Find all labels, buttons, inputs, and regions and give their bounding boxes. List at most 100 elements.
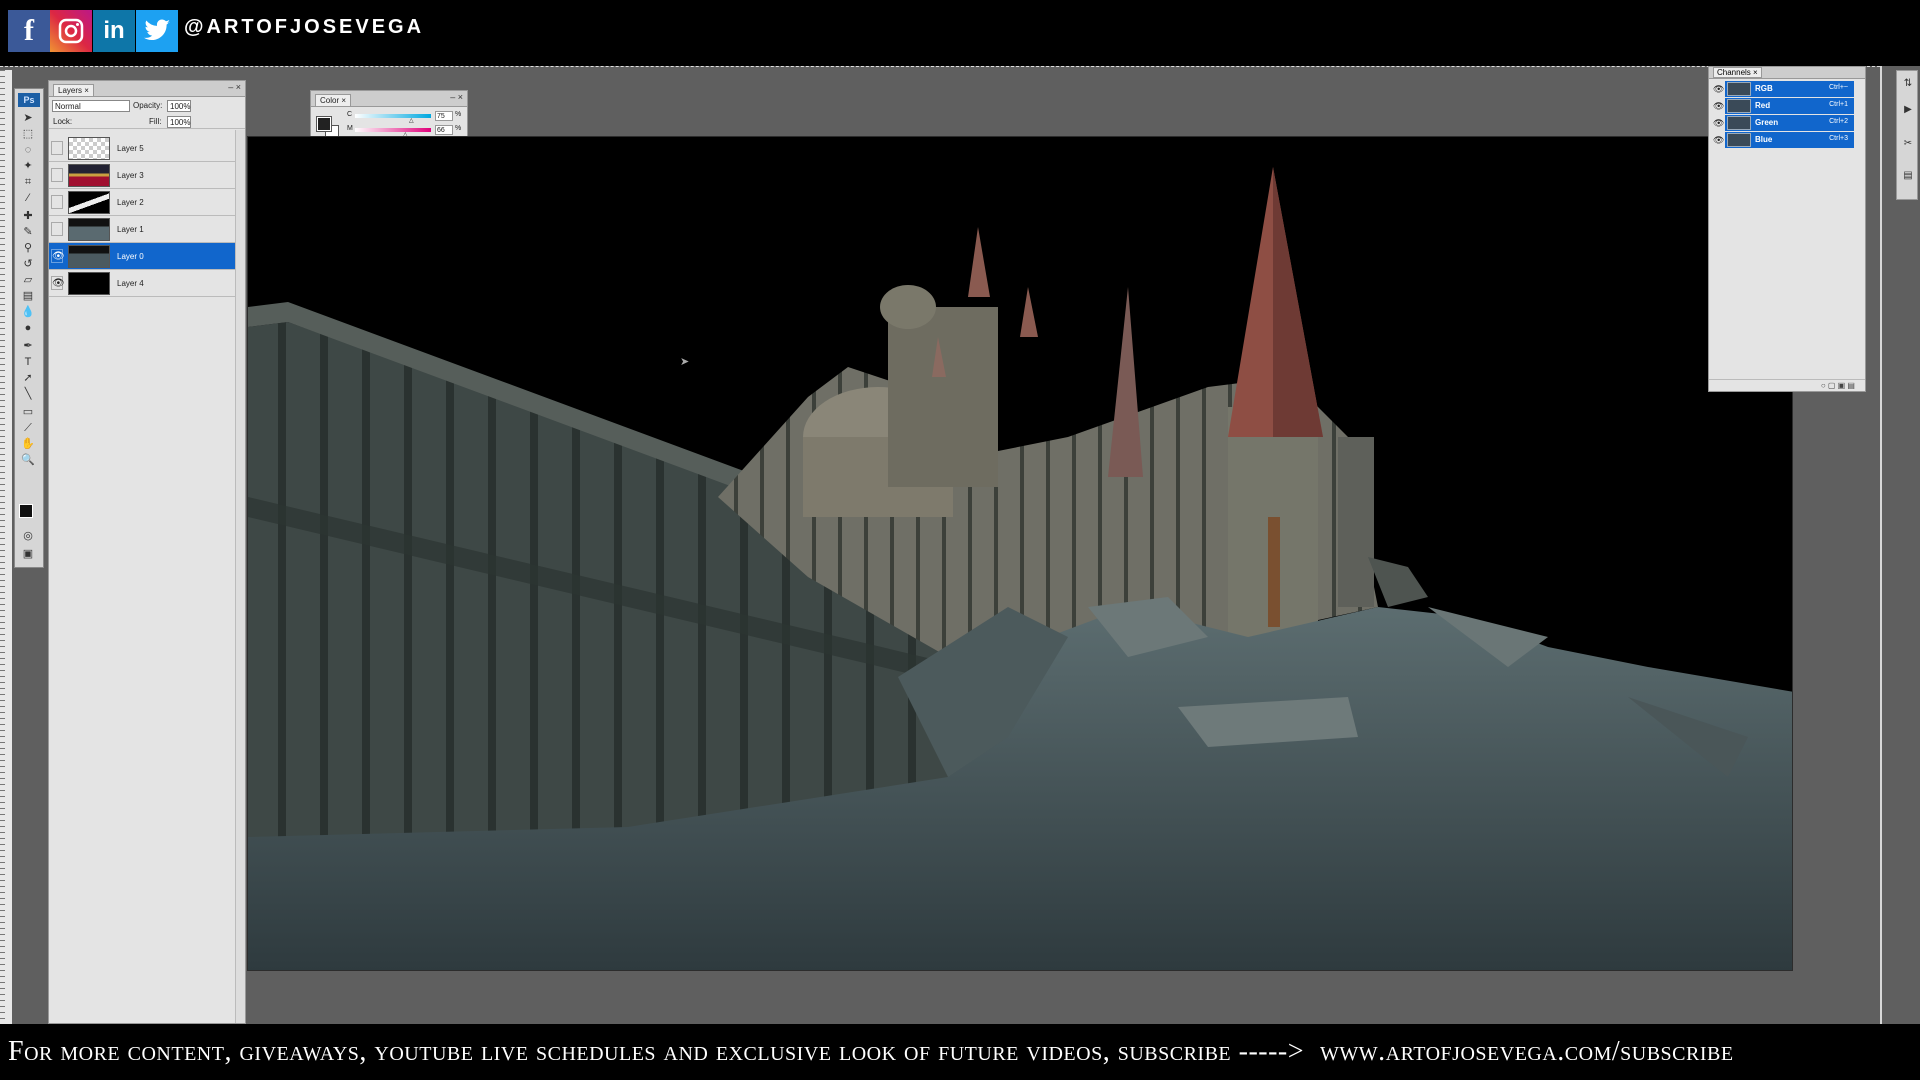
layer-thumbnail — [68, 164, 110, 187]
channel-name: Red — [1755, 101, 1771, 110]
lasso-tool-icon[interactable]: ◌ — [21, 143, 35, 157]
quick-mask-icon[interactable]: ◎ — [21, 529, 35, 543]
path-selection-tool-icon[interactable]: ➚ — [21, 371, 35, 385]
visibility-toggle-icon[interactable] — [51, 168, 63, 182]
social-bar: f in @ARTOFJOSEVEGA — [0, 0, 1920, 66]
layer-thumbnail — [68, 272, 110, 295]
channel-shortcut: Ctrl+3 — [1829, 135, 1848, 142]
screen-mode-icon[interactable]: ▣ — [21, 547, 35, 561]
blend-mode-select[interactable]: Normal — [52, 100, 130, 112]
hand-tool-icon[interactable]: ✋ — [21, 437, 35, 451]
layer-row[interactable]: 👁 Layer 0 — [49, 243, 235, 270]
layer-row[interactable]: 👁 Layer 4 — [49, 270, 235, 297]
lock-label: Lock: — [53, 117, 73, 126]
channel-row[interactable]: 👁 RGB Ctrl+~ — [1709, 81, 1854, 98]
opacity-input[interactable]: 100% — [167, 100, 191, 112]
channel-thumbnail — [1727, 116, 1751, 130]
history-panel-icon[interactable]: ⇅ — [1901, 77, 1915, 91]
layer-thumbnail — [68, 218, 110, 241]
layer-row[interactable]: Layer 3 — [49, 162, 235, 189]
layer-name: Layer 0 — [117, 252, 144, 261]
layer-name: Layer 5 — [117, 144, 144, 153]
facebook-icon[interactable]: f — [8, 10, 50, 52]
layers-scrollbar[interactable] — [235, 130, 245, 1023]
twitter-icon[interactable] — [136, 10, 178, 52]
layer-options: Normal Opacity: 100% Lock: Fill: 100% — [49, 97, 245, 129]
eye-icon[interactable]: 👁 — [51, 249, 65, 263]
cyan-slider[interactable] — [355, 114, 431, 118]
channel-shortcut: Ctrl+2 — [1829, 118, 1848, 125]
channel-row[interactable]: 👁 Green Ctrl+2 — [1709, 115, 1854, 132]
channels-panel-titlebar: Channels × — [1709, 67, 1865, 79]
channel-bar: Green Ctrl+2 — [1725, 115, 1854, 131]
brush-tool-icon[interactable]: ✎ — [21, 225, 35, 239]
facebook-icon-glyph: f — [24, 14, 34, 47]
type-tool-icon[interactable]: T — [21, 355, 35, 369]
channel-name: RGB — [1755, 84, 1773, 93]
tab-color[interactable]: Color × — [315, 94, 352, 107]
tab-layers[interactable]: Layers × — [53, 84, 94, 97]
channel-row[interactable]: 👁 Red Ctrl+1 — [1709, 98, 1854, 115]
info-panel-icon[interactable]: ▤ — [1901, 169, 1915, 183]
healing-brush-tool-icon[interactable]: ✚ — [21, 209, 35, 223]
eye-icon[interactable]: 👁 — [1713, 101, 1724, 112]
visibility-toggle-icon[interactable] — [51, 141, 63, 155]
mouse-cursor-icon: ➤ — [680, 356, 690, 368]
visibility-toggle-icon[interactable] — [51, 195, 63, 209]
crop-tool-icon[interactable]: ⌗ — [21, 175, 35, 189]
dock-icon-strip: ⇅ ▶ ✂ ▤ — [1896, 70, 1918, 200]
linkedin-icon[interactable]: in — [93, 10, 135, 52]
layer-name: Layer 4 — [117, 279, 144, 288]
eraser-tool-icon[interactable]: ▱ — [21, 273, 35, 287]
slider-thumb-icon[interactable]: △ — [409, 117, 414, 124]
banner-text: For more content, giveaways, youtube liv… — [8, 1036, 1305, 1067]
move-tool-icon[interactable]: ➤ — [21, 111, 35, 125]
percent-label: % — [455, 125, 462, 132]
marquee-tool-icon[interactable]: ⬚ — [21, 127, 35, 141]
social-handle: @ARTOFJOSEVEGA — [184, 16, 425, 38]
fill-input[interactable]: 100% — [167, 116, 191, 128]
eyedropper-tool-icon[interactable]: ⁄ — [21, 191, 35, 205]
foreground-color-swatch[interactable] — [316, 116, 332, 132]
gradient-tool-icon[interactable]: ▤ — [21, 289, 35, 303]
tool-presets-icon[interactable]: ✂ — [1901, 137, 1915, 151]
zoom-tool-icon[interactable]: 🔍 — [21, 453, 35, 467]
magenta-slider[interactable] — [355, 128, 431, 132]
document-canvas[interactable]: ➤ — [247, 136, 1793, 971]
magic-wand-tool-icon[interactable]: ✦ — [21, 159, 35, 173]
layer-row[interactable]: Layer 5 — [49, 135, 235, 162]
eye-icon[interactable]: 👁 — [1713, 118, 1724, 129]
notes-tool-icon[interactable]: ▭ — [21, 405, 35, 419]
channel-row[interactable]: 👁 Blue Ctrl+3 — [1709, 132, 1854, 149]
layer-row[interactable]: Layer 2 — [49, 189, 235, 216]
actions-panel-icon[interactable]: ▶ — [1901, 103, 1915, 117]
tab-channels[interactable]: Channels × — [1713, 67, 1762, 78]
history-brush-tool-icon[interactable]: ↺ — [21, 257, 35, 271]
foreground-color-swatch[interactable] — [19, 504, 33, 518]
channel-bar: Red Ctrl+1 — [1725, 98, 1854, 114]
eyedropper2-tool-icon[interactable]: ⟋ — [21, 421, 35, 435]
banner-url-link[interactable]: www.artofjosevega.com/subscribe — [1320, 1036, 1734, 1067]
channel-shortcut: Ctrl+~ — [1828, 84, 1848, 91]
layer-row[interactable]: Layer 1 — [49, 216, 235, 243]
visibility-toggle-icon[interactable] — [51, 222, 63, 236]
eye-icon[interactable]: 👁 — [1713, 84, 1724, 95]
pen-tool-icon[interactable]: ✒ — [21, 339, 35, 353]
dodge-tool-icon[interactable]: ● — [21, 321, 35, 335]
instagram-icon[interactable] — [50, 10, 92, 52]
clone-stamp-tool-icon[interactable]: ⚲ — [21, 241, 35, 255]
eye-icon[interactable]: 👁 — [1713, 135, 1724, 146]
right-dock — [1880, 66, 1920, 1024]
blur-tool-icon[interactable]: 💧 — [21, 305, 35, 319]
line-tool-icon[interactable]: ╲ — [21, 387, 35, 401]
vertical-ruler — [0, 70, 12, 1024]
cyan-input[interactable]: 75 — [435, 111, 453, 121]
eye-icon[interactable]: 👁 — [51, 276, 65, 290]
panel-menu-icon[interactable]: – × — [450, 92, 463, 102]
layer-name: Layer 2 — [117, 198, 144, 207]
channels-footer-icons[interactable]: ○ ▢ ▣ ▤ — [1709, 379, 1865, 391]
twitter-bird-glyph — [144, 19, 170, 41]
cyan-label: C — [347, 111, 353, 118]
magenta-input[interactable]: 66 — [435, 125, 453, 135]
panel-menu-icon[interactable]: – × — [228, 82, 241, 92]
